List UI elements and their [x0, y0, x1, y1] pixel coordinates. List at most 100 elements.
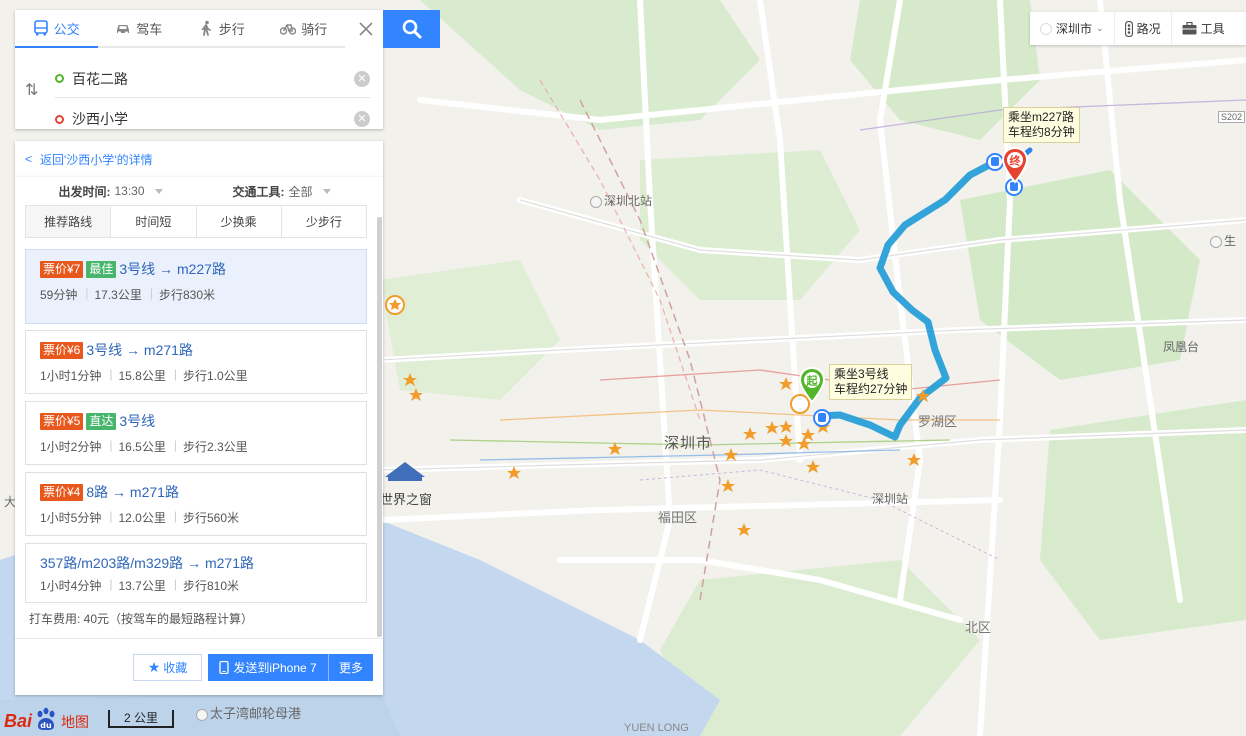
sort-tab-shortest-time[interactable]: 时间短: [111, 206, 197, 237]
poi-icon: [1210, 235, 1222, 248]
depart-time-value: 13:30: [114, 184, 145, 198]
plan-route: 3号线 → m271路: [86, 342, 193, 358]
plan-title: 357路/m203路/m329路 → m271路: [40, 554, 366, 572]
baidu-map-logo[interactable]: Bai du 地图: [4, 706, 89, 732]
transport-tool-filter[interactable]: 交通工具: 全部: [196, 177, 367, 205]
map-label-north-district: 北区: [965, 620, 992, 635]
port-icon: [196, 708, 208, 721]
map-label-s202: S202: [1218, 111, 1246, 123]
start-input[interactable]: [72, 70, 354, 87]
plan-walk: 步行560米: [182, 511, 239, 525]
star-icon: ★: [147, 659, 161, 675]
map-label-window-world: 世界之窗: [380, 492, 433, 507]
route-plan[interactable]: 票价¥4 8路 → m271路 1小时5分钟 | 12.0公里 | 步行560米: [25, 472, 367, 536]
logo-du: du: [40, 721, 52, 730]
send-to-phone-button[interactable]: 发送到iPhone 7: [208, 654, 328, 681]
favorite-button[interactable]: ★ 收藏: [133, 654, 202, 681]
plan-route: 3号线 → m227路: [119, 261, 226, 277]
plan-distance: 12.0公里: [118, 511, 166, 525]
search-button[interactable]: [383, 10, 440, 48]
plan-time: 1小时5分钟: [40, 511, 102, 525]
tab-drive[interactable]: 驾车: [98, 10, 181, 46]
transport-tool-label: 交通工具:: [232, 184, 285, 199]
swap-icon[interactable]: ⇅: [25, 80, 38, 100]
tab-bike-label: 骑行: [301, 21, 328, 37]
route-search-card: 公交 驾车 步行 骑行 ⇅ ✕ ✕: [15, 10, 383, 129]
search-icon: [402, 19, 421, 39]
sort-tabs: 推荐路线 时间短 少换乘 少步行: [25, 205, 367, 238]
route-plan[interactable]: 票价¥6 3号线 → m271路 1小时1分钟 | 15.8公里 | 步行1.0公里: [25, 330, 367, 394]
plan-meta: 1小时5分钟 | 12.0公里 | 步行560米: [40, 509, 366, 526]
route-results-panel: 出发时间: 13:30 交通工具: 全部 推荐路线 时间短 少换乘 少步行 票价…: [15, 177, 383, 695]
traffic-button[interactable]: 路况: [1115, 12, 1172, 45]
clear-end-icon[interactable]: ✕: [354, 111, 370, 127]
callout-end-segment: 乘坐m227路 车程约8分钟: [1003, 107, 1080, 143]
tab-walk[interactable]: 步行: [180, 10, 263, 46]
map-toolbar: 深圳市 ⌄ 路况 工具: [1030, 12, 1246, 45]
end-input[interactable]: [72, 111, 354, 127]
traffic-label: 路况: [1136, 22, 1161, 36]
paw-icon: du: [37, 707, 55, 730]
map-label-shenzhen-station: 深圳站: [872, 492, 909, 506]
taxi-fare-note: 打车费用: 40元（按驾车的最短路程计算）: [29, 612, 254, 626]
plan-route: 357路/m203路/m329路 → m271路: [40, 555, 254, 571]
plan-walk: 步行1.0公里: [182, 369, 248, 383]
plan-walk: 步行830米: [158, 288, 215, 302]
tools-label: 工具: [1200, 22, 1225, 36]
route-filters: 出发时间: 13:30 交通工具: 全部: [25, 177, 367, 205]
plan-title: 票价¥7 最佳 3号线 → m227路: [40, 260, 366, 278]
start-input-row: ✕: [55, 60, 370, 98]
tab-transit[interactable]: 公交: [15, 10, 98, 48]
sort-tab-recommended[interactable]: 推荐路线: [26, 206, 112, 237]
plan-time: 1小时1分钟: [40, 369, 102, 383]
plan-distance: 13.7公里: [118, 579, 166, 593]
plan-meta: 1小时4分钟 | 13.7公里 | 步行810米: [40, 577, 366, 594]
plan-title: 票价¥6 3号线 → m271路: [40, 341, 366, 359]
end-pin-icon[interactable]: 终: [1001, 146, 1029, 186]
tab-drive-label: 驾车: [136, 21, 163, 37]
toolbox-icon: [1182, 22, 1197, 35]
plan-distance: 16.5公里: [118, 440, 166, 454]
close-icon[interactable]: [357, 20, 375, 38]
plan-title: 票价¥5 直达 3号线: [40, 412, 366, 430]
dropdown-arrow-icon: [154, 188, 163, 194]
plan-distance: 15.8公里: [118, 369, 166, 383]
map-label-taizi: 太子湾邮轮母港: [196, 703, 301, 722]
route-plan[interactable]: 票价¥7 最佳 3号线 → m227路 59分钟 | 17.3公里 | 步行830米: [25, 249, 367, 324]
bike-icon: [280, 24, 297, 35]
more-button[interactable]: 更多: [328, 654, 373, 681]
results-scrollbar[interactable]: [377, 217, 382, 637]
tools-button[interactable]: 工具: [1172, 12, 1235, 45]
route-plan[interactable]: 357路/m203路/m329路 → m271路 1小时4分钟 | 13.7公里 |…: [25, 543, 367, 603]
back-to-detail-link[interactable]: < 返回'沙西小学'的详情: [15, 141, 383, 177]
plan-title: 票价¥4 8路 → m271路: [40, 483, 366, 501]
bus-icon: [33, 20, 48, 36]
tab-bike[interactable]: 骑行: [263, 10, 346, 46]
plan-walk: 步行810米: [182, 579, 239, 593]
end-dot-icon: [55, 114, 64, 124]
plan-distance: 17.3公里: [94, 288, 142, 302]
end-input-row: ✕: [55, 100, 370, 138]
clear-start-icon[interactable]: ✕: [354, 70, 370, 87]
best-badge: 最佳: [86, 260, 117, 278]
traffic-light-icon: [1124, 20, 1133, 37]
city-selector[interactable]: 深圳市 ⌄: [1030, 12, 1115, 45]
station-icon: [590, 195, 602, 208]
map-label-sheng: 生: [1210, 232, 1236, 249]
price-badge: 票价¥6: [40, 341, 84, 359]
tab-walk-label: 步行: [218, 21, 245, 37]
city-label: 深圳市: [1056, 22, 1093, 36]
start-pin-icon[interactable]: 起: [798, 366, 826, 406]
callout-start-segment: 乘坐3号线 车程约27分钟: [829, 364, 913, 400]
plan-walk: 步行2.3公里: [182, 440, 248, 454]
map-label-fenghuangtai: 凤凰台: [1163, 340, 1200, 354]
sort-tab-fewer-transfers[interactable]: 少换乘: [196, 206, 282, 237]
map-scale: 2 公里: [108, 710, 174, 728]
logo-bai: Bai: [4, 711, 33, 731]
depart-time-filter[interactable]: 出发时间: 13:30: [25, 177, 196, 205]
route-plan[interactable]: 票价¥5 直达 3号线 1小时2分钟 | 16.5公里 | 步行2.3公里: [25, 401, 367, 465]
depart-time-label: 出发时间:: [58, 184, 111, 199]
location-icon: [1040, 22, 1052, 35]
sort-tab-less-walking[interactable]: 少步行: [281, 206, 366, 237]
price-badge: 票价¥4: [40, 483, 84, 501]
